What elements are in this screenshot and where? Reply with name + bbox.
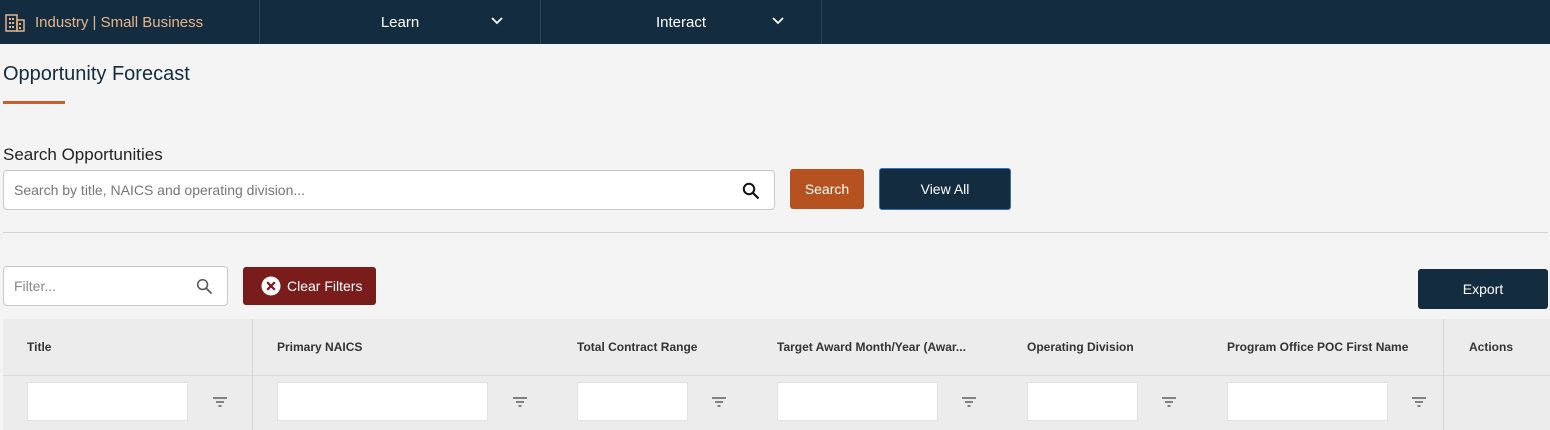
column-header-actions: Actions (1469, 340, 1514, 354)
filter-icon[interactable] (213, 397, 227, 407)
top-navigation: Industry | Small Business Learn Interact (0, 0, 1550, 44)
column-header-operating-division[interactable]: Operating Division (1027, 340, 1207, 354)
brand-label: Industry | Small Business (35, 13, 204, 31)
search-box (3, 170, 775, 210)
column-filter-total-contract-range (577, 382, 688, 421)
filter-icon[interactable] (712, 397, 726, 407)
column-filter-input[interactable] (1228, 383, 1387, 420)
column-filter-target-award (777, 382, 938, 421)
column-header-program-office-poc[interactable]: Program Office POC First Name (1227, 340, 1427, 354)
column-header-primary-naics[interactable]: Primary NAICS (277, 340, 537, 354)
export-button[interactable]: Export (1418, 269, 1548, 309)
column-separator (1443, 319, 1444, 430)
column-filter-input[interactable] (1028, 383, 1137, 420)
clear-filters-button[interactable]: Clear Filters (243, 267, 376, 305)
clear-filters-label: Clear Filters (287, 278, 363, 294)
column-filter-program-office-poc (1227, 382, 1388, 421)
filter-icon[interactable] (1412, 397, 1426, 407)
filter-box (3, 266, 228, 306)
column-filter-input[interactable] (578, 383, 687, 420)
column-header-total-contract-range[interactable]: Total Contract Range (577, 340, 757, 354)
page-title: Opportunity Forecast (3, 63, 190, 85)
filter-icon[interactable] (962, 397, 976, 407)
search-icon[interactable] (196, 278, 213, 295)
nav-item-label: Learn (380, 13, 420, 31)
column-header-title[interactable]: Title (27, 340, 227, 354)
close-circle-icon (261, 276, 281, 296)
search-input[interactable] (4, 171, 704, 209)
column-filter-title (27, 382, 188, 421)
filter-icon[interactable] (513, 397, 527, 407)
view-all-button[interactable]: View All (879, 168, 1011, 210)
nav-item-learn[interactable]: Learn (260, 0, 541, 44)
title-underline (3, 101, 65, 104)
nav-item-interact[interactable]: Interact (541, 0, 822, 44)
column-separator (252, 319, 253, 430)
column-filter-primary-naics (277, 382, 488, 421)
column-header-target-award[interactable]: Target Award Month/Year (Awar... (777, 340, 967, 354)
chevron-down-icon (772, 17, 784, 25)
opportunity-grid: Title Primary NAICS Total Contract Range… (3, 319, 1550, 430)
column-filter-operating-division (1027, 382, 1138, 421)
brand-link[interactable]: Industry | Small Business (0, 0, 260, 44)
search-icon[interactable] (742, 182, 760, 200)
nav-item-label: Interact (655, 13, 707, 31)
filter-input[interactable] (4, 267, 184, 305)
section-divider (3, 232, 1548, 233)
column-filter-input[interactable] (28, 383, 187, 420)
chevron-down-icon (491, 17, 503, 25)
search-label: Search Opportunities (3, 145, 163, 164)
column-filter-input[interactable] (778, 383, 937, 420)
building-icon (5, 14, 25, 32)
search-button[interactable]: Search (790, 169, 864, 209)
filter-icon[interactable] (1162, 397, 1176, 407)
column-filter-input[interactable] (278, 383, 487, 420)
